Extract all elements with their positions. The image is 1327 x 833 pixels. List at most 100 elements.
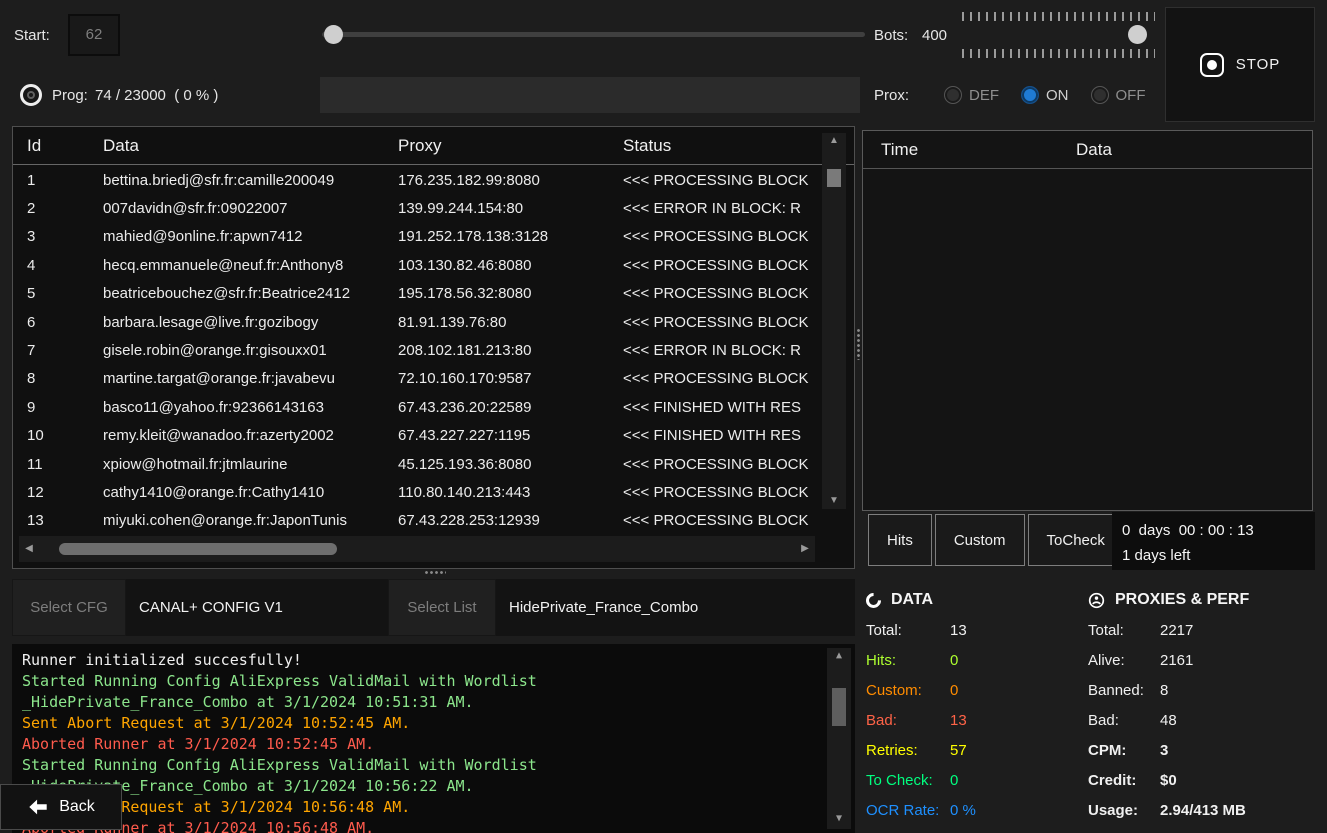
panel-splitter[interactable] <box>856 328 861 360</box>
cell-data: miyuki.cohen@orange.fr:JaponTunis <box>103 512 398 529</box>
back-button[interactable]: Back <box>0 784 122 830</box>
tab-tocheck[interactable]: ToCheck <box>1028 514 1124 566</box>
table-row[interactable]: 2007davidn@sfr.fr:09022007139.99.244.154… <box>13 194 820 222</box>
scroll-left-icon[interactable]: ◀ <box>21 541 37 557</box>
table-row[interactable]: 6barbara.lesage@live.fr:gozibogy81.91.13… <box>13 308 820 336</box>
tab-hits[interactable]: Hits <box>868 514 932 566</box>
cell-status: <<< PROCESSING BLOCK <box>623 314 820 331</box>
stop-button[interactable]: STOP <box>1165 7 1315 122</box>
stat-label: OCR Rate: <box>866 802 950 819</box>
stop-button-label: STOP <box>1236 56 1281 73</box>
column-header-id[interactable]: Id <box>27 136 103 156</box>
bots-label: Bots: <box>874 27 908 44</box>
bots-slider-handle[interactable] <box>1128 25 1147 44</box>
proxies-stats-title: PROXIES & PERF <box>1115 591 1249 609</box>
bots-value: 400 <box>922 27 947 44</box>
table-row[interactable]: 12cathy1410@orange.fr:Cathy1410110.80.14… <box>13 478 820 506</box>
column-header-status[interactable]: Status <box>623 136 854 156</box>
horizontal-scrollbar[interactable]: ◀ ▶ <box>19 536 815 562</box>
prox-label: Prox: <box>874 87 909 104</box>
cell-data: beatricebouchez@sfr.fr:Beatrice2412 <box>103 285 398 302</box>
stat-row: Usage:2.94/413 MB <box>1088 795 1318 825</box>
vertical-scrollbar-thumb[interactable] <box>827 169 841 187</box>
back-button-label: Back <box>59 798 95 816</box>
column-header-proxy[interactable]: Proxy <box>398 136 623 156</box>
proxies-stats-section: PROXIES & PERF Total:2217Alive:2161Banne… <box>1088 585 1318 825</box>
log-scroll-up-icon[interactable]: ▲ <box>827 648 851 664</box>
table-row[interactable]: 7gisele.robin@orange.fr:gisouxx01208.102… <box>13 336 820 364</box>
data-stats-header: DATA <box>866 585 1081 615</box>
cell-status: <<< PROCESSING BLOCK <box>623 370 820 387</box>
stat-label: Usage: <box>1088 802 1160 819</box>
column-header-hit-data[interactable]: Data <box>1076 140 1112 160</box>
radio-label: OFF <box>1116 87 1146 104</box>
cell-data: gisele.robin@orange.fr:gisouxx01 <box>103 342 398 359</box>
table-row[interactable]: 5beatricebouchez@sfr.fr:Beatrice2412195.… <box>13 280 820 308</box>
stat-value: 57 <box>950 742 967 759</box>
table-row[interactable]: 13miyuki.cohen@orange.fr:JaponTunis67.43… <box>13 507 820 534</box>
table-row[interactable]: 9basco11@yahoo.fr:9236614316367.43.236.2… <box>13 393 820 421</box>
stat-row: Hits:0 <box>866 645 1081 675</box>
prox-option-off[interactable]: OFF <box>1091 86 1146 104</box>
log-scroll-down-icon[interactable]: ▼ <box>827 811 851 827</box>
horizontal-scrollbar-thumb[interactable] <box>59 543 337 555</box>
radio-label: DEF <box>969 87 999 104</box>
start-slider-handle[interactable] <box>324 25 343 44</box>
log-line: _HidePrivate_France_Combo at 3/1/2024 10… <box>22 776 845 797</box>
start-input[interactable]: 62 <box>68 14 120 56</box>
stat-row: Custom:0 <box>866 675 1081 705</box>
record-icon <box>1200 53 1224 77</box>
cell-id: 2 <box>27 200 103 217</box>
stat-row: Banned:8 <box>1088 675 1318 705</box>
vertical-scrollbar[interactable]: ▲ ▼ <box>822 133 846 509</box>
bots-slider-ticks-top <box>962 12 1155 21</box>
log-line: Started Running Config AliExpress ValidM… <box>22 671 845 692</box>
splitter-grip-horizontal[interactable] <box>424 570 446 575</box>
stat-label: Retries: <box>866 742 950 759</box>
table-row[interactable]: 10remy.kleit@wanadoo.fr:azerty200267.43.… <box>13 422 820 450</box>
stat-label: Credit: <box>1088 772 1160 789</box>
stat-label: Custom: <box>866 682 950 699</box>
cell-status: <<< PROCESSING BLOCK <box>623 512 820 529</box>
stat-row: Bad:48 <box>1088 705 1318 735</box>
table-row[interactable]: 11xpiow@hotmail.fr:jtmlaurine45.125.193.… <box>13 450 820 478</box>
table-row[interactable]: 3mahied@9online.fr:apwn7412191.252.178.1… <box>13 223 820 251</box>
column-header-time[interactable]: Time <box>863 140 1076 160</box>
timer-panel: 0 days 00 : 00 : 13 1 days left <box>1112 512 1315 570</box>
prox-option-def[interactable]: DEF <box>944 86 999 104</box>
stat-label: Bad: <box>1088 712 1160 729</box>
column-header-data[interactable]: Data <box>103 136 398 156</box>
bots-slider[interactable] <box>962 10 1155 60</box>
prox-option-on[interactable]: ON <box>1021 86 1069 104</box>
scroll-right-icon[interactable]: ▶ <box>797 541 813 557</box>
cell-data: xpiow@hotmail.fr:jtmlaurine <box>103 456 398 473</box>
tab-custom[interactable]: Custom <box>935 514 1025 566</box>
select-list-button[interactable]: Select List <box>388 579 496 636</box>
cell-proxy: 67.43.228.253:12939 <box>398 512 623 529</box>
scroll-up-icon[interactable]: ▲ <box>822 133 846 149</box>
table-row[interactable]: 8martine.targat@orange.fr:javabevu72.10.… <box>13 365 820 393</box>
cell-proxy: 208.102.181.213:80 <box>398 342 623 359</box>
cell-status: <<< PROCESSING BLOCK <box>623 172 820 189</box>
stat-value: 0 <box>950 772 958 789</box>
log-scrollbar-thumb[interactable] <box>832 688 846 726</box>
stat-label: To Check: <box>866 772 950 789</box>
cell-proxy: 195.178.56.32:8080 <box>398 285 623 302</box>
table-row[interactable]: 1bettina.briedj@sfr.fr:camille200049176.… <box>13 166 820 194</box>
start-slider-track[interactable] <box>322 32 865 37</box>
stat-value: 8 <box>1160 682 1168 699</box>
stat-row: Total:13 <box>866 615 1081 645</box>
table-row[interactable]: 4hecq.emmanuele@neuf.fr:Anthony8103.130.… <box>13 251 820 279</box>
back-arrow-icon <box>27 796 49 818</box>
stat-row: Bad:13 <box>866 705 1081 735</box>
stat-row: To Check:0 <box>866 765 1081 795</box>
scroll-down-icon[interactable]: ▼ <box>822 493 846 509</box>
cell-proxy: 110.80.140.213:443 <box>398 484 623 501</box>
stat-value: 2217 <box>1160 622 1193 639</box>
stat-value: 0 % <box>950 802 976 819</box>
cell-proxy: 45.125.193.36:8080 <box>398 456 623 473</box>
cell-proxy: 176.235.182.99:8080 <box>398 172 623 189</box>
cell-data: mahied@9online.fr:apwn7412 <box>103 228 398 245</box>
log-scrollbar[interactable]: ▲ ▼ <box>827 648 851 829</box>
select-cfg-button[interactable]: Select CFG <box>12 579 126 636</box>
